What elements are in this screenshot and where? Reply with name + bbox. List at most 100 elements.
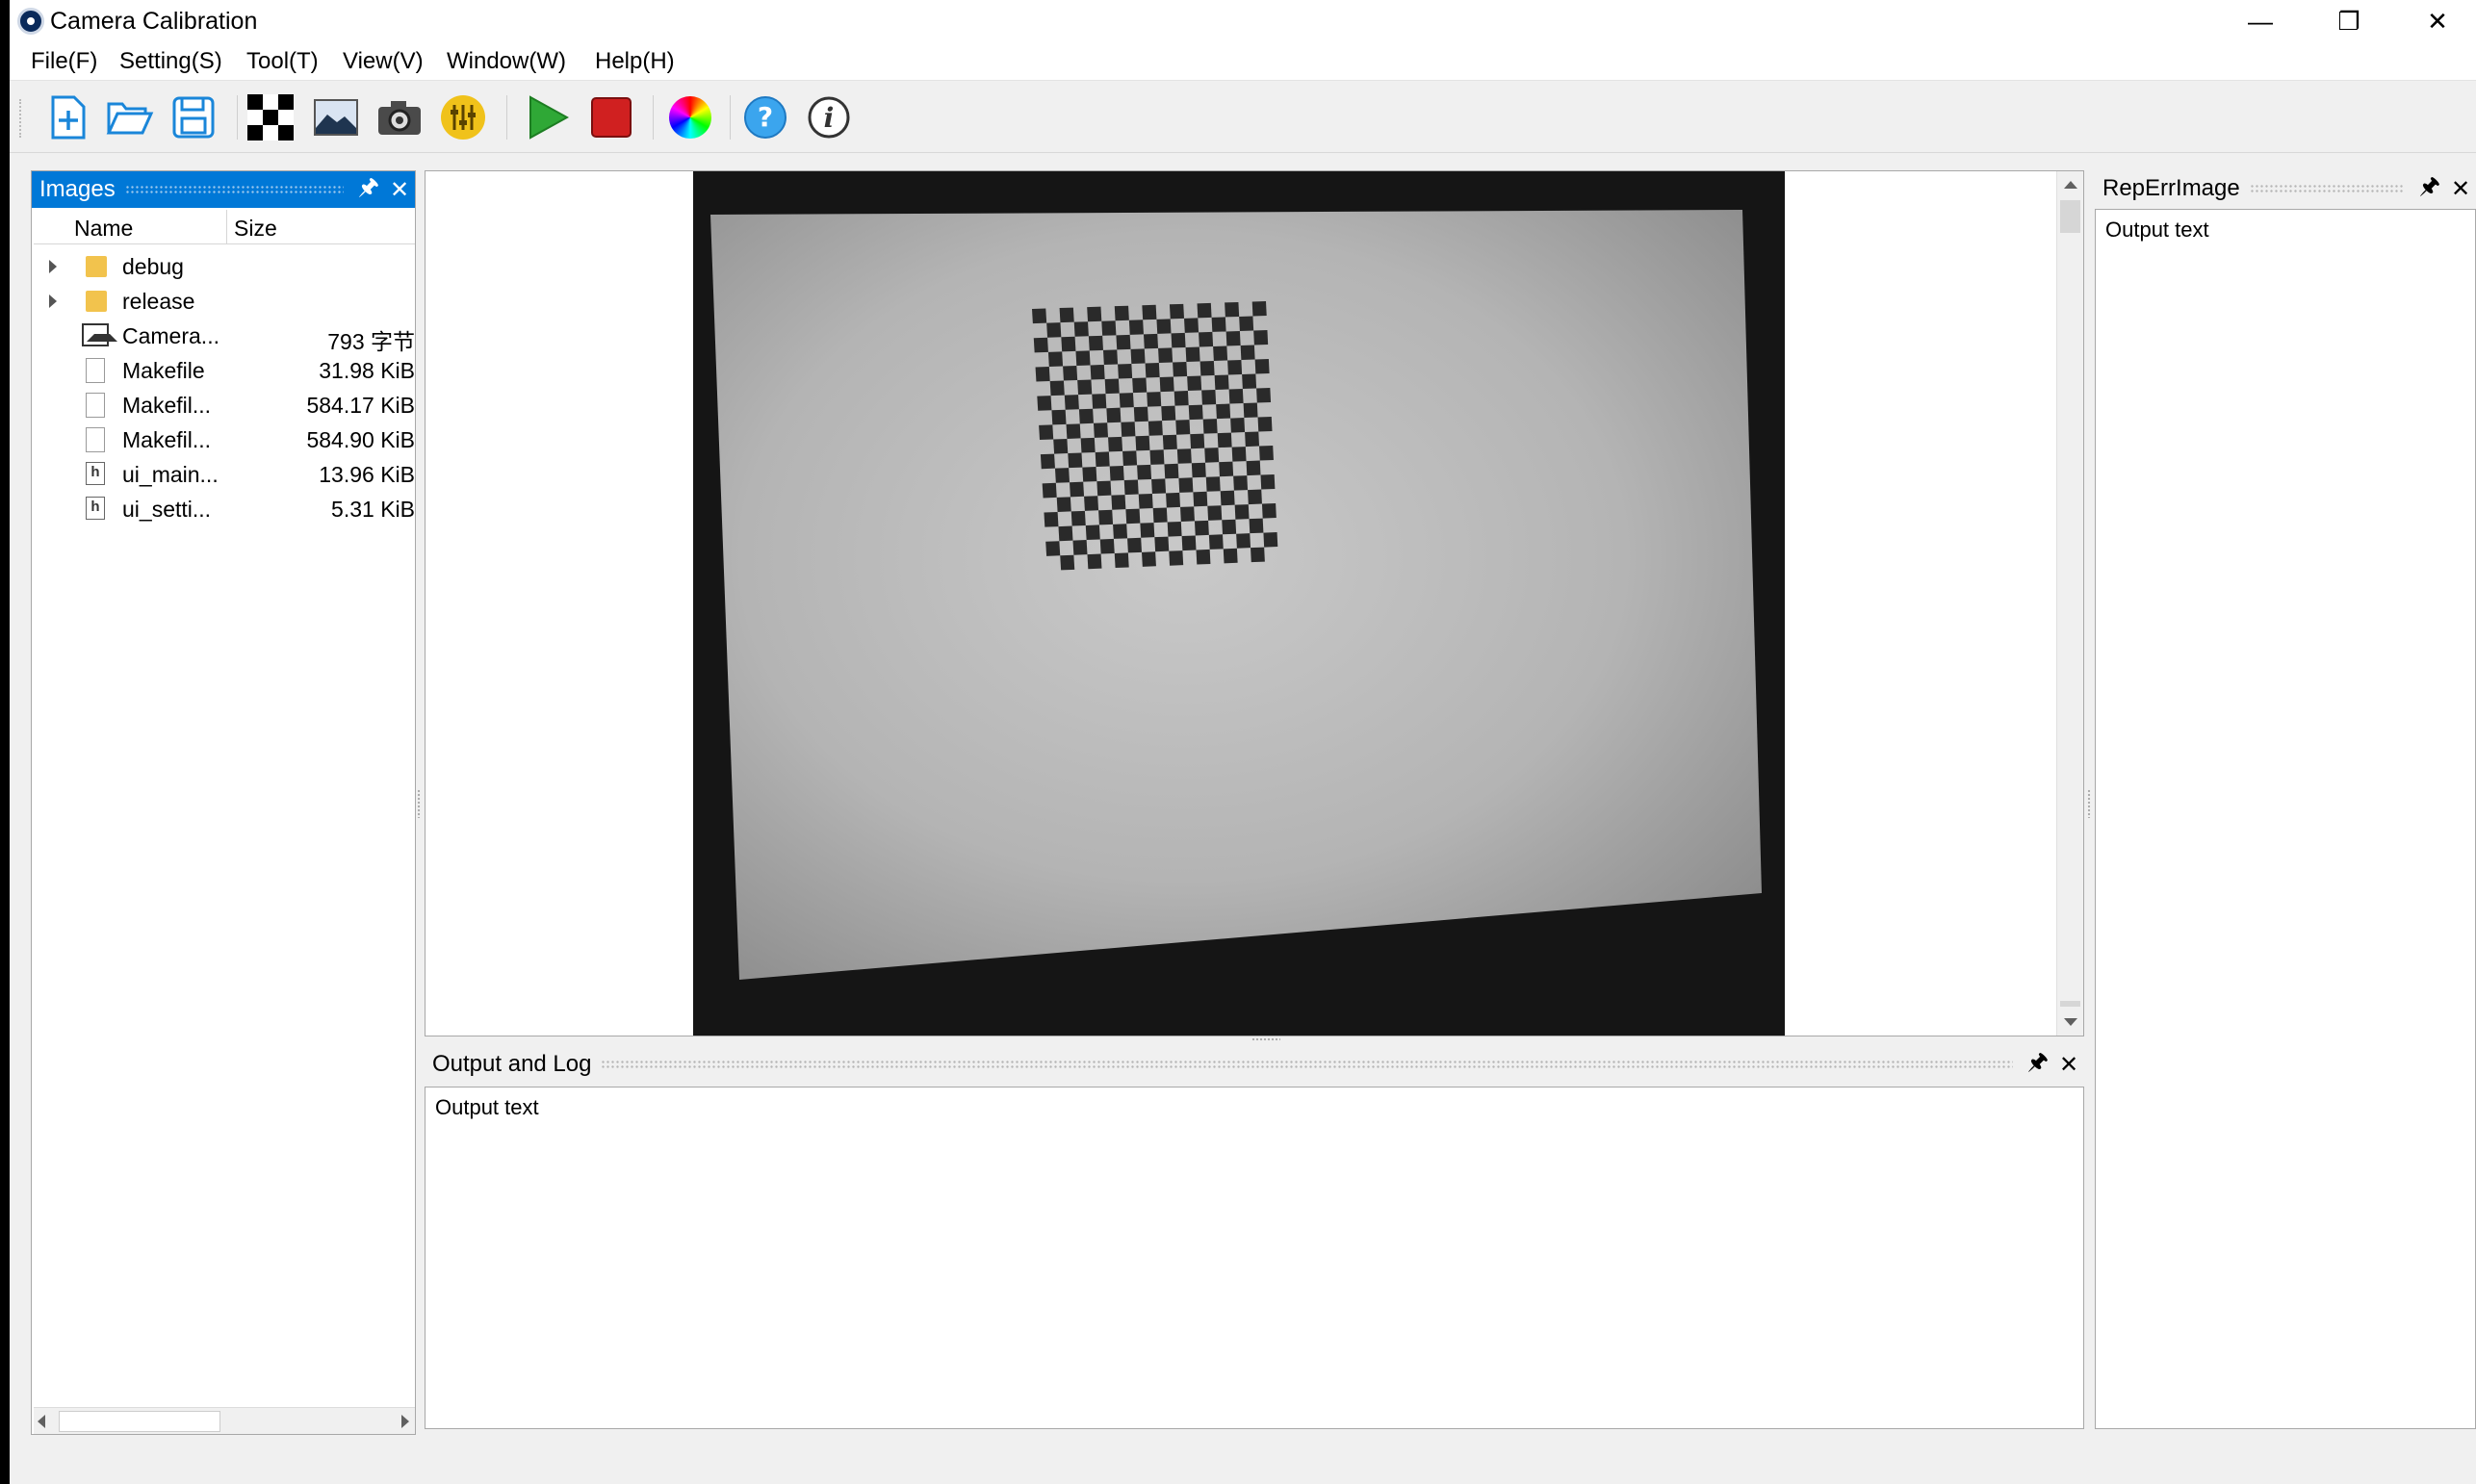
rep-err-textarea[interactable]: Output text xyxy=(2095,209,2476,1429)
image-icon[interactable] xyxy=(312,93,360,141)
pin-icon[interactable]: 🖈 xyxy=(2023,1045,2053,1085)
rep-err-titlebar[interactable]: RepErrImage 🖈 ✕ xyxy=(2095,170,2476,207)
stop-icon[interactable] xyxy=(587,93,635,141)
tree-row[interactable]: h ui_main... 13.96 KiB xyxy=(34,456,415,491)
scrollbar-thumb[interactable] xyxy=(2060,200,2080,233)
tree-row[interactable]: Makefil... 584.90 KiB xyxy=(34,422,415,456)
image-view[interactable] xyxy=(425,170,2084,1036)
file-size: 584.90 KiB xyxy=(306,427,415,452)
checker-square xyxy=(1098,509,1114,525)
splitter-handle[interactable] xyxy=(1251,1037,1280,1041)
vertical-scrollbar[interactable] xyxy=(2056,171,2083,1036)
images-panel-titlebar[interactable]: Images 🖈 ✕ xyxy=(32,171,415,208)
expand-arrow-icon[interactable] xyxy=(49,294,57,308)
checker-square xyxy=(1095,451,1110,468)
scrollbar-thumb[interactable] xyxy=(59,1411,220,1432)
file-name: Camera... xyxy=(122,323,219,348)
tree-row[interactable]: Camera... 793 字节 xyxy=(34,318,415,354)
checker-square xyxy=(1159,376,1174,393)
checker-square xyxy=(1056,497,1071,512)
scroll-down-arrow-icon[interactable] xyxy=(2064,1018,2077,1026)
checker-square xyxy=(1205,476,1221,492)
checker-square xyxy=(1211,317,1226,332)
column-header-size[interactable]: Size xyxy=(234,216,277,242)
tree-row[interactable]: h ui_setti... 5.31 KiB xyxy=(34,491,415,525)
checker-square xyxy=(1249,518,1264,534)
checker-square xyxy=(1197,302,1212,319)
checker-square xyxy=(1082,467,1097,482)
scroll-right-arrow-icon[interactable] xyxy=(401,1415,409,1428)
checker-square xyxy=(1145,362,1160,378)
tree-row[interactable]: debug xyxy=(34,248,415,283)
checker-square xyxy=(1116,334,1131,350)
run-icon[interactable] xyxy=(524,93,572,141)
menu-help[interactable]: Help(H) xyxy=(595,48,675,75)
close-icon[interactable]: ✕ xyxy=(2445,175,2476,203)
checker-square xyxy=(1070,481,1085,498)
checker-square xyxy=(1152,507,1168,524)
checker-square xyxy=(1037,396,1052,411)
checker-square xyxy=(1123,479,1139,496)
pin-icon[interactable]: 🖈 xyxy=(353,170,384,210)
file-size: 5.31 KiB xyxy=(331,497,415,522)
expand-arrow-icon[interactable] xyxy=(49,260,57,273)
title-bar: Camera Calibration — ❐ ✕ xyxy=(10,0,2476,42)
checker-square xyxy=(1075,350,1091,366)
checker-square xyxy=(1263,532,1278,548)
checker-square xyxy=(1161,405,1176,422)
horizontal-scrollbar[interactable] xyxy=(34,1407,415,1434)
column-header-name[interactable]: Name xyxy=(74,216,133,242)
checker-square xyxy=(1167,521,1182,537)
splitter-handle[interactable] xyxy=(417,789,421,818)
checker-square xyxy=(1180,506,1195,522)
checker-square xyxy=(1248,489,1262,505)
app-icon xyxy=(17,8,44,35)
tree-row[interactable]: release xyxy=(34,283,415,318)
menu-tool[interactable]: Tool(T) xyxy=(246,48,319,75)
save-icon[interactable] xyxy=(169,93,218,141)
checker-square xyxy=(1208,534,1224,550)
settings-sliders-icon[interactable] xyxy=(439,93,487,141)
maximize-button[interactable]: ❐ xyxy=(2305,0,2393,42)
menu-file[interactable]: File(F) xyxy=(31,48,97,75)
menu-setting[interactable]: Setting(S) xyxy=(119,48,222,75)
toolbar-grip[interactable] xyxy=(19,99,23,138)
output-log-titlebar[interactable]: Output and Log 🖈 ✕ xyxy=(425,1046,2084,1083)
title-grip xyxy=(2249,184,2405,193)
checker-square xyxy=(1202,419,1218,434)
file-size: 584.17 KiB xyxy=(306,393,415,418)
tree-row[interactable]: Makefil... 584.17 KiB xyxy=(34,387,415,422)
checker-square xyxy=(1233,475,1249,491)
checker-square xyxy=(1111,495,1126,510)
checker-square xyxy=(1199,360,1215,376)
minimize-button[interactable]: — xyxy=(2216,0,2305,42)
checker-square xyxy=(1158,347,1174,363)
close-icon[interactable]: ✕ xyxy=(2053,1051,2084,1079)
tree-row[interactable]: Makefile 31.98 KiB xyxy=(34,352,415,387)
camera-icon[interactable] xyxy=(375,93,424,141)
menu-window[interactable]: Window(W) xyxy=(447,48,566,75)
checker-square xyxy=(1169,550,1184,566)
color-wheel-icon[interactable] xyxy=(666,93,714,141)
header-file-icon: h xyxy=(86,497,105,520)
chessboard-icon[interactable] xyxy=(246,93,295,141)
file-size: 793 字节 xyxy=(327,329,415,354)
new-icon[interactable] xyxy=(44,93,92,141)
scroll-up-arrow-icon[interactable] xyxy=(2064,181,2077,189)
close-window-button[interactable]: ✕ xyxy=(2393,0,2476,42)
checker-square xyxy=(1253,330,1269,345)
column-divider[interactable] xyxy=(226,210,227,244)
checker-square xyxy=(1130,348,1146,364)
checker-square xyxy=(1143,333,1159,349)
open-folder-icon[interactable] xyxy=(106,93,154,141)
info-icon[interactable]: i xyxy=(805,93,853,141)
splitter-handle[interactable] xyxy=(2087,789,2091,818)
scroll-left-arrow-icon[interactable] xyxy=(38,1415,45,1428)
close-icon[interactable]: ✕ xyxy=(384,176,415,204)
svg-text:i: i xyxy=(824,102,835,134)
menu-view[interactable]: View(V) xyxy=(343,48,424,75)
checker-square xyxy=(1194,520,1209,536)
output-log-textarea[interactable]: Output text xyxy=(425,1087,2084,1429)
help-icon[interactable]: ? xyxy=(741,93,789,141)
pin-icon[interactable]: 🖈 xyxy=(2414,169,2445,209)
